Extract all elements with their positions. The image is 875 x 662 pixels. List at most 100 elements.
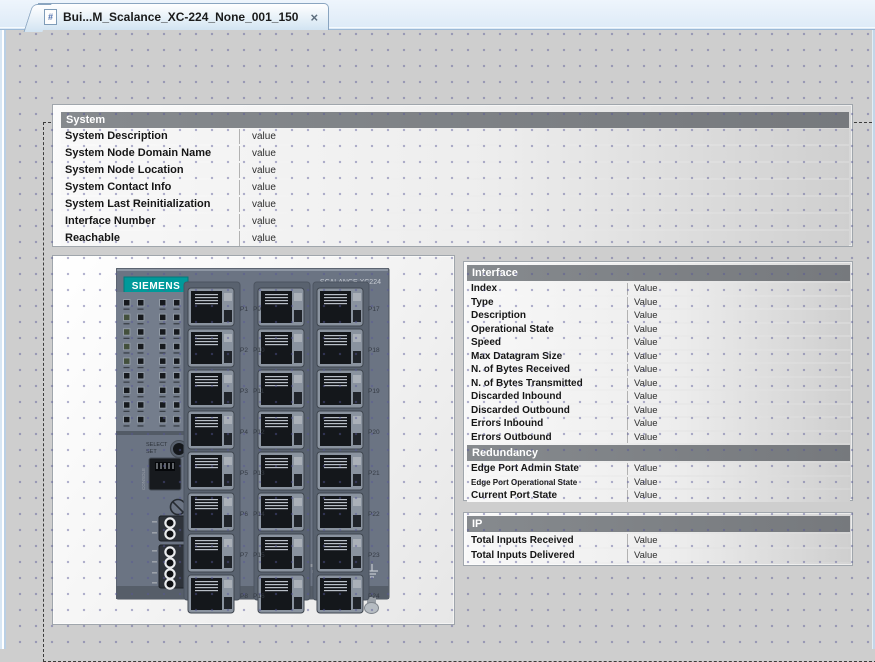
field-label: Max Datagram Size: [467, 351, 627, 363]
field-value: value: [239, 180, 849, 195]
table-row: SpeedValue: [467, 337, 850, 349]
table-row: Edge Port Operational StateValue: [467, 477, 850, 489]
port-label: P11: [253, 388, 264, 395]
port-label: P7: [240, 552, 248, 559]
field-value: Value: [627, 534, 850, 547]
field-value: Value: [627, 283, 850, 295]
field-label: System Contact Info: [61, 180, 239, 195]
table-header: IP: [467, 516, 850, 532]
field-value: Value: [627, 418, 850, 430]
system-table: System System DescriptionvalueSystem Nod…: [61, 112, 849, 248]
port-label: P21: [368, 470, 380, 477]
port-label: P19: [368, 388, 380, 395]
field-value: Value: [627, 351, 850, 363]
table-row: System Descriptionvalue: [61, 129, 849, 144]
field-value: value: [239, 129, 849, 144]
select-label: SELECT: [146, 442, 168, 448]
ip-table: IP Total Inputs ReceivedValueTotal Input…: [467, 516, 850, 564]
field-label: Discarded Outbound: [467, 405, 627, 417]
field-value: Value: [627, 549, 850, 562]
device-image-panel[interactable]: SIEMENS SCALANCE XC224 SELECT SET CONSOL…: [52, 255, 455, 625]
field-label: Total Inputs Received: [467, 534, 627, 547]
table-header: System: [61, 112, 849, 128]
table-row: System Last Reinitializationvalue: [61, 197, 849, 212]
field-value: Value: [627, 324, 850, 336]
field-value: Value: [627, 432, 850, 444]
port-label: P20: [368, 429, 380, 436]
port-label: P5: [240, 470, 248, 477]
field-label: Description: [467, 310, 627, 322]
set-label: SET: [146, 449, 157, 455]
port-label: P14: [253, 511, 265, 518]
field-label: N. of Bytes Transmitted: [467, 378, 627, 390]
interface-table: Interface IndexValueTypeValueDescription…: [467, 265, 850, 504]
window-left-border: [0, 30, 6, 649]
table-row: TypeValue: [467, 297, 850, 309]
table-header: Redundancy: [467, 445, 850, 461]
port-label: P24: [368, 593, 380, 600]
field-label: Discarded Inbound: [467, 391, 627, 403]
table-row: Total Inputs DeliveredValue: [467, 549, 850, 562]
table-row: Discarded InboundValue: [467, 391, 850, 403]
siemens-logo: SIEMENS: [132, 281, 181, 292]
field-value: value: [239, 197, 849, 212]
table-header: Interface: [467, 265, 850, 281]
field-value: Value: [627, 364, 850, 376]
table-row: Operational StateValue: [467, 324, 850, 336]
table-row: System Node Locationvalue: [61, 163, 849, 178]
port-label: P17: [368, 306, 380, 313]
port-label: P18: [368, 347, 380, 354]
table-row: Max Datagram SizeValue: [467, 351, 850, 363]
field-label: Interface Number: [61, 214, 239, 229]
field-label: System Description: [61, 129, 239, 144]
port-label: P6: [240, 511, 248, 518]
tab-title: Bui...M_Scalance_XC-224_None_001_150: [63, 10, 298, 24]
table-row: System Node Domain Namevalue: [61, 146, 849, 161]
field-value: Value: [627, 463, 850, 475]
ip-panel[interactable]: IP Total Inputs ReceivedValueTotal Input…: [463, 512, 853, 566]
field-value: Value: [627, 378, 850, 390]
port-label: P16: [253, 593, 265, 600]
field-value: value: [239, 231, 849, 246]
interface-panel[interactable]: Interface IndexValueTypeValueDescription…: [463, 261, 853, 501]
port-label: P9: [253, 306, 261, 313]
field-value: Value: [627, 391, 850, 403]
field-value: Value: [627, 310, 850, 322]
table-row: Discarded OutboundValue: [467, 405, 850, 417]
tab-close-icon[interactable]: ×: [310, 10, 318, 25]
scalance-switch-image: SIEMENS SCALANCE XC224 SELECT SET CONSOL…: [116, 268, 393, 616]
port-label: P23: [368, 552, 380, 559]
table-row: System Contact Infovalue: [61, 180, 849, 195]
table-row: DescriptionValue: [467, 310, 850, 322]
select-set-button: [173, 443, 185, 455]
field-label: N. of Bytes Received: [467, 364, 627, 376]
port-label: P3: [240, 388, 248, 395]
field-label: Errors Inbound: [467, 418, 627, 430]
console-label: CONSOLE: [141, 468, 146, 490]
editor-tab[interactable]: # Bui...M_Scalance_XC-224_None_001_150 ×: [38, 3, 329, 30]
table-row: Errors OutboundValue: [467, 432, 850, 444]
system-panel[interactable]: System System DescriptionvalueSystem Nod…: [52, 104, 853, 247]
port-label: P10: [253, 347, 265, 354]
field-value: Value: [627, 405, 850, 417]
faceplate-icon: #: [44, 9, 57, 25]
table-row: IndexValue: [467, 283, 850, 295]
rj45-port-grid: P1P9P17P2P10P18P3P11P19P4P12P20P5P13P21P…: [184, 282, 380, 613]
table-row: Errors InboundValue: [467, 418, 850, 430]
field-label: System Node Domain Name: [61, 146, 239, 161]
mounting-stud: [365, 603, 379, 614]
field-label: Operational State: [467, 324, 627, 336]
field-value: value: [239, 146, 849, 161]
table-row: N. of Bytes TransmittedValue: [467, 378, 850, 390]
field-label: Total Inputs Delivered: [467, 549, 627, 562]
field-label: Edge Port Admin State: [467, 463, 627, 475]
port-label: P8: [240, 593, 248, 600]
tab-strip: # Bui...M_Scalance_XC-224_None_001_150 ×: [0, 0, 875, 30]
field-value: Value: [627, 337, 850, 349]
field-label: Index: [467, 283, 627, 295]
field-label: Current Port State: [467, 490, 627, 502]
field-label: Type: [467, 297, 627, 309]
table-row: Reachablevalue: [61, 231, 849, 246]
field-value: Value: [627, 297, 850, 309]
port-label: P15: [253, 552, 265, 559]
